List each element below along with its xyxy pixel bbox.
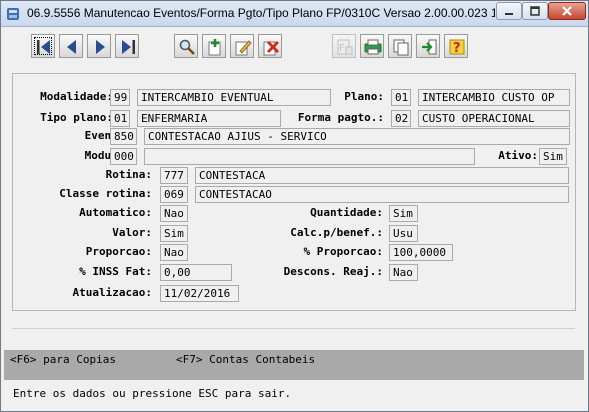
title-bar: 06.9.5556 Manutencao Eventos/Forma Pgto/… xyxy=(1,1,588,27)
classe-rotina-desc-field: CONTESTACAO xyxy=(195,186,569,203)
exit-button[interactable] xyxy=(416,34,440,58)
classe-rotina-code-field[interactable]: 069 xyxy=(160,186,188,203)
add-icon xyxy=(208,39,221,56)
help-button[interactable]: ? xyxy=(444,34,468,58)
app-window: 06.9.5556 Manutencao Eventos/Forma Pgto/… xyxy=(0,0,589,412)
ativo-field[interactable]: Sim xyxy=(539,148,567,165)
help-icon: ? xyxy=(449,39,465,56)
automatico-field[interactable]: Nao xyxy=(160,205,188,222)
modulo-code-field[interactable]: 000 xyxy=(110,148,137,165)
next-record-icon xyxy=(96,40,105,54)
tipo-plano-desc-field: ENFERMARIA xyxy=(137,110,281,127)
last-record-button[interactable] xyxy=(115,34,139,58)
svg-text:?: ? xyxy=(453,41,461,56)
pct-proporcao-label: % Proporcao: xyxy=(303,245,383,258)
next-record-button[interactable] xyxy=(87,34,111,58)
status-bar: Entre os dados ou pressione ESC para sai… xyxy=(4,382,584,406)
pct-inss-fat-label: % INSS Fat: xyxy=(79,265,152,278)
f6-copias-key[interactable]: <F6> para Copias xyxy=(10,353,116,366)
exit-icon xyxy=(422,39,437,55)
form-panel: Modalidade: 99 INTERCAMBIO EVENTUAL Plan… xyxy=(12,73,576,311)
classe-rotina-label: Classe rotina: xyxy=(59,187,152,200)
first-record-icon xyxy=(37,40,50,54)
last-record-icon xyxy=(122,40,135,54)
valor-label: Valor: xyxy=(112,226,152,239)
calc-benef-label: Calc.p/benef.: xyxy=(290,226,383,239)
quantidade-label: Quantidade: xyxy=(310,206,383,219)
forma-pagto-label: Forma pagto.: xyxy=(297,111,384,124)
tipo-plano-code-field[interactable]: 01 xyxy=(110,110,130,127)
filter-button[interactable]: F xyxy=(332,34,356,58)
pct-proporcao-field[interactable]: 100,0000 xyxy=(389,244,453,261)
edit-button[interactable] xyxy=(230,34,254,58)
modalidade-code-field[interactable]: 99 xyxy=(110,89,130,106)
maximize-icon xyxy=(530,6,540,16)
pct-inss-fat-field[interactable]: 0,00 xyxy=(160,264,232,281)
divider xyxy=(12,328,575,329)
rotina-code-field[interactable]: 777 xyxy=(160,167,188,184)
valor-field[interactable]: Sim xyxy=(160,225,188,242)
minimize-button[interactable] xyxy=(496,2,522,20)
edit-icon xyxy=(235,40,252,56)
function-keys-bar: <F6> para Copias <F7> Contas Contabeis xyxy=(4,350,584,380)
first-record-button[interactable] xyxy=(31,34,55,58)
app-icon xyxy=(6,6,20,20)
f7-contas-contabeis-key[interactable]: <F7> Contas Contabeis xyxy=(176,353,315,366)
tipo-plano-label: Tipo plano: xyxy=(40,111,113,124)
window-title: 06.9.5556 Manutencao Eventos/Forma Pgto/… xyxy=(27,6,495,20)
proporcao-label: Proporcao: xyxy=(85,245,152,258)
add-button[interactable] xyxy=(202,34,226,58)
ativo-label: Ativo: xyxy=(498,149,538,162)
quantidade-field[interactable]: Sim xyxy=(389,205,418,222)
proporcao-field[interactable]: Nao xyxy=(160,244,188,261)
forma-pagto-desc-field: CUSTO OPERACIONAL xyxy=(418,110,570,127)
plano-label: Plano: xyxy=(344,90,384,103)
toolbar: F ? xyxy=(12,32,575,68)
forma-pagto-code-field[interactable]: 02 xyxy=(391,110,411,127)
maximize-button[interactable] xyxy=(522,2,548,20)
calc-benef-field[interactable]: Usu xyxy=(389,225,418,242)
copy-icon xyxy=(393,39,409,56)
filter-icon: F xyxy=(337,39,353,55)
search-icon xyxy=(179,39,195,55)
modulo-desc-field xyxy=(144,148,475,165)
plano-code-field[interactable]: 01 xyxy=(391,89,411,106)
minimize-icon xyxy=(505,13,513,15)
descons-reaj-label: Descons. Reaj.: xyxy=(283,265,383,278)
delete-icon xyxy=(263,41,279,56)
atualizacao-label: Atualizacao: xyxy=(72,286,152,299)
rotina-label: Rotina: xyxy=(105,168,152,181)
print-icon xyxy=(364,39,382,55)
previous-record-button[interactable] xyxy=(59,34,83,58)
plano-desc-field: INTERCAMBIO CUSTO OP xyxy=(418,89,570,106)
status-message: Entre os dados ou pressione ESC para sai… xyxy=(13,387,292,400)
delete-button[interactable] xyxy=(258,34,282,58)
modalidade-desc-field: INTERCAMBIO EVENTUAL xyxy=(137,89,331,106)
rotina-desc-field: CONTESTACA xyxy=(195,167,569,184)
evento-desc-field: CONTESTACAO AJIUS - SERVICO xyxy=(144,128,570,145)
previous-record-icon xyxy=(67,40,76,54)
close-button[interactable] xyxy=(548,2,586,20)
evento-code-field[interactable]: 850 xyxy=(110,128,137,145)
copy-button[interactable] xyxy=(388,34,412,58)
print-button[interactable] xyxy=(360,34,384,58)
modalidade-label: Modalidade: xyxy=(40,90,113,103)
svg-text:F: F xyxy=(339,43,345,54)
descons-reaj-field[interactable]: Nao xyxy=(389,264,418,281)
search-button[interactable] xyxy=(174,34,198,58)
atualizacao-field[interactable]: 11/02/2016 xyxy=(160,285,239,302)
automatico-label: Automatico: xyxy=(79,206,152,219)
close-icon xyxy=(562,6,572,16)
